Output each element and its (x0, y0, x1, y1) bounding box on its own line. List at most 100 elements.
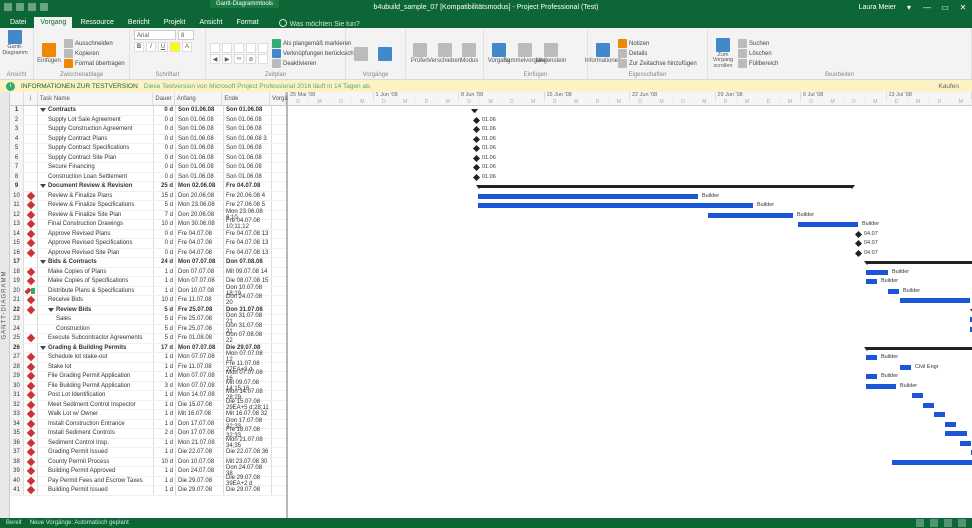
maximize-button[interactable]: ▭ (940, 2, 950, 12)
gantt-row[interactable] (288, 106, 972, 116)
tab-view[interactable]: Ansicht (194, 17, 229, 28)
notes-button[interactable]: Notizen (618, 39, 697, 48)
gantt-row[interactable]: 01.06 (288, 163, 972, 173)
gantt-row[interactable] (288, 458, 972, 468)
italic-button[interactable]: I (146, 42, 156, 52)
underline-button[interactable]: U (158, 42, 168, 52)
table-row[interactable]: 18Make Copies of Plans1 dDon 07.07.08Mit… (10, 268, 286, 278)
close-button[interactable]: ✕ (958, 2, 968, 12)
col-indicators[interactable]: i (24, 92, 38, 105)
tell-me[interactable]: Was möchten Sie tun? (279, 18, 360, 28)
pct-50-button[interactable] (234, 43, 244, 53)
gantt-row[interactable] (288, 334, 972, 344)
find-button[interactable]: Suchen (738, 39, 778, 48)
gantt-row[interactable]: Builder (288, 382, 972, 392)
qat-undo-icon[interactable] (28, 3, 36, 11)
gantt-row[interactable]: 01.06 (288, 116, 972, 126)
gantt-row[interactable]: 01.06 (288, 154, 972, 164)
view-shortcut-2[interactable] (930, 519, 938, 527)
details-button[interactable]: Details (618, 49, 697, 58)
gantt-row[interactable] (288, 448, 972, 458)
milestone-marker[interactable] (473, 173, 480, 180)
status-new-tasks-mode[interactable]: Neue Vorgänge: Automatisch geplant (30, 520, 129, 526)
link-button[interactable]: ∞ (234, 54, 244, 64)
table-row[interactable]: 14Approve Revised Plans0 dFre 04.07.08Fr… (10, 230, 286, 240)
clear-button[interactable]: Löschen (738, 49, 778, 58)
manual-schedule-button[interactable] (350, 47, 372, 61)
copy-button[interactable]: Kopieren (64, 49, 125, 58)
gantt-row[interactable] (288, 296, 972, 306)
col-predecessors[interactable]: Vorgänger (270, 92, 286, 105)
gantt-row[interactable] (288, 325, 972, 335)
milestone-marker[interactable] (473, 154, 480, 161)
table-row[interactable]: 9Document Review & Revision25 dMon 02.06… (10, 182, 286, 192)
gantt-row[interactable] (288, 306, 972, 316)
col-finish[interactable]: Ende (222, 92, 270, 105)
tab-format[interactable]: Format (230, 17, 264, 28)
ribbon-options-icon[interactable]: ▾ (904, 2, 914, 12)
tab-report[interactable]: Bericht (122, 17, 156, 28)
gantt-bar[interactable] (474, 109, 475, 112)
gantt-bar[interactable] (945, 431, 967, 436)
gantt-bar[interactable] (912, 393, 923, 398)
gantt-bar[interactable] (798, 222, 858, 227)
font-size-combo[interactable]: 8 (178, 30, 194, 40)
table-row[interactable]: 13Final Construction Drawings10 dMon 30.… (10, 220, 286, 230)
gantt-row[interactable]: Builder (288, 211, 972, 221)
information-button[interactable]: Informationen (592, 43, 614, 64)
table-row[interactable]: 37Grading Permit Issued1 dDie 22.07.08Di… (10, 448, 286, 458)
view-shortcut-3[interactable] (944, 519, 952, 527)
table-row[interactable]: 15Approve Revised Specifications0 dFre 0… (10, 239, 286, 249)
gantt-bar[interactable] (900, 298, 970, 303)
table-row[interactable]: 17Bids & Contracts24 dMon 07.07.08Don 07… (10, 258, 286, 268)
table-row[interactable]: 4Supply Contract Plans0 dSon 01.06.08Son… (10, 135, 286, 145)
gantt-bar[interactable] (892, 460, 972, 465)
gantt-row[interactable] (288, 486, 972, 496)
table-row[interactable]: 21Receive Bids10 dFre 11.07.08Don 24.07.… (10, 296, 286, 306)
gantt-bar[interactable] (960, 441, 971, 446)
gantt-bar[interactable] (934, 412, 945, 417)
col-taskname[interactable]: Task Name (38, 92, 153, 105)
milestone-marker[interactable] (855, 240, 862, 247)
col-duration[interactable]: Dauer (153, 92, 175, 105)
table-row[interactable]: 1Contracts0 dSon 01.06.08Son 01.06.08 (10, 106, 286, 116)
table-row[interactable]: 36Sediment Control Insp.1 dMon 21.07.08M… (10, 439, 286, 449)
view-shortcut-4[interactable] (958, 519, 966, 527)
qat-save-icon[interactable] (16, 3, 24, 11)
summary-insert-button[interactable]: Sammelvorgang (514, 43, 536, 64)
gantt-row[interactable]: 01.06 (288, 135, 972, 145)
font-color-button[interactable]: A (182, 42, 192, 52)
gantt-bar[interactable] (866, 374, 877, 379)
gantt-bar[interactable] (866, 355, 877, 360)
table-row[interactable]: 8Construction Loan Settlement0 dSon 01.0… (10, 173, 286, 183)
tab-resource[interactable]: Ressource (74, 17, 119, 28)
gantt-bar[interactable] (945, 422, 956, 427)
gantt-row[interactable] (288, 429, 972, 439)
gantt-bar[interactable] (923, 403, 934, 408)
gantt-row[interactable] (288, 315, 972, 325)
milestone-marker[interactable] (855, 249, 862, 256)
milestone-marker[interactable] (473, 145, 480, 152)
table-row[interactable]: 16Approve Revised Site Plan0 dFre 04.07.… (10, 249, 286, 259)
split-button[interactable] (258, 54, 268, 64)
milestone-marker[interactable] (855, 230, 862, 237)
gantt-row[interactable]: 01.06 (288, 125, 972, 135)
gantt-row[interactable] (288, 258, 972, 268)
auto-schedule-button[interactable] (374, 47, 396, 61)
col-id[interactable] (10, 92, 24, 105)
gantt-row[interactable]: Builder (288, 192, 972, 202)
table-row[interactable]: 6Supply Contract Site Plan0 dSon 01.06.0… (10, 154, 286, 164)
gantt-bar[interactable] (900, 365, 911, 370)
table-row[interactable]: 32Meet Sediment Control Inspector1 dDie … (10, 401, 286, 411)
bg-color-button[interactable] (170, 42, 180, 52)
user-name[interactable]: Laura Meier (859, 4, 896, 11)
gantt-bar[interactable] (866, 261, 972, 264)
gantt-row[interactable]: Builder (288, 220, 972, 230)
gantt-bar[interactable] (478, 185, 853, 188)
gantt-row[interactable]: Builder (288, 201, 972, 211)
timeline-add-button[interactable]: Zur Zeitachse hinzufügen (618, 59, 697, 68)
milestone-marker[interactable] (473, 135, 480, 142)
qat-redo-icon[interactable] (40, 3, 48, 11)
milestone-marker[interactable] (473, 126, 480, 133)
gantt-row[interactable]: 01.06 (288, 144, 972, 154)
